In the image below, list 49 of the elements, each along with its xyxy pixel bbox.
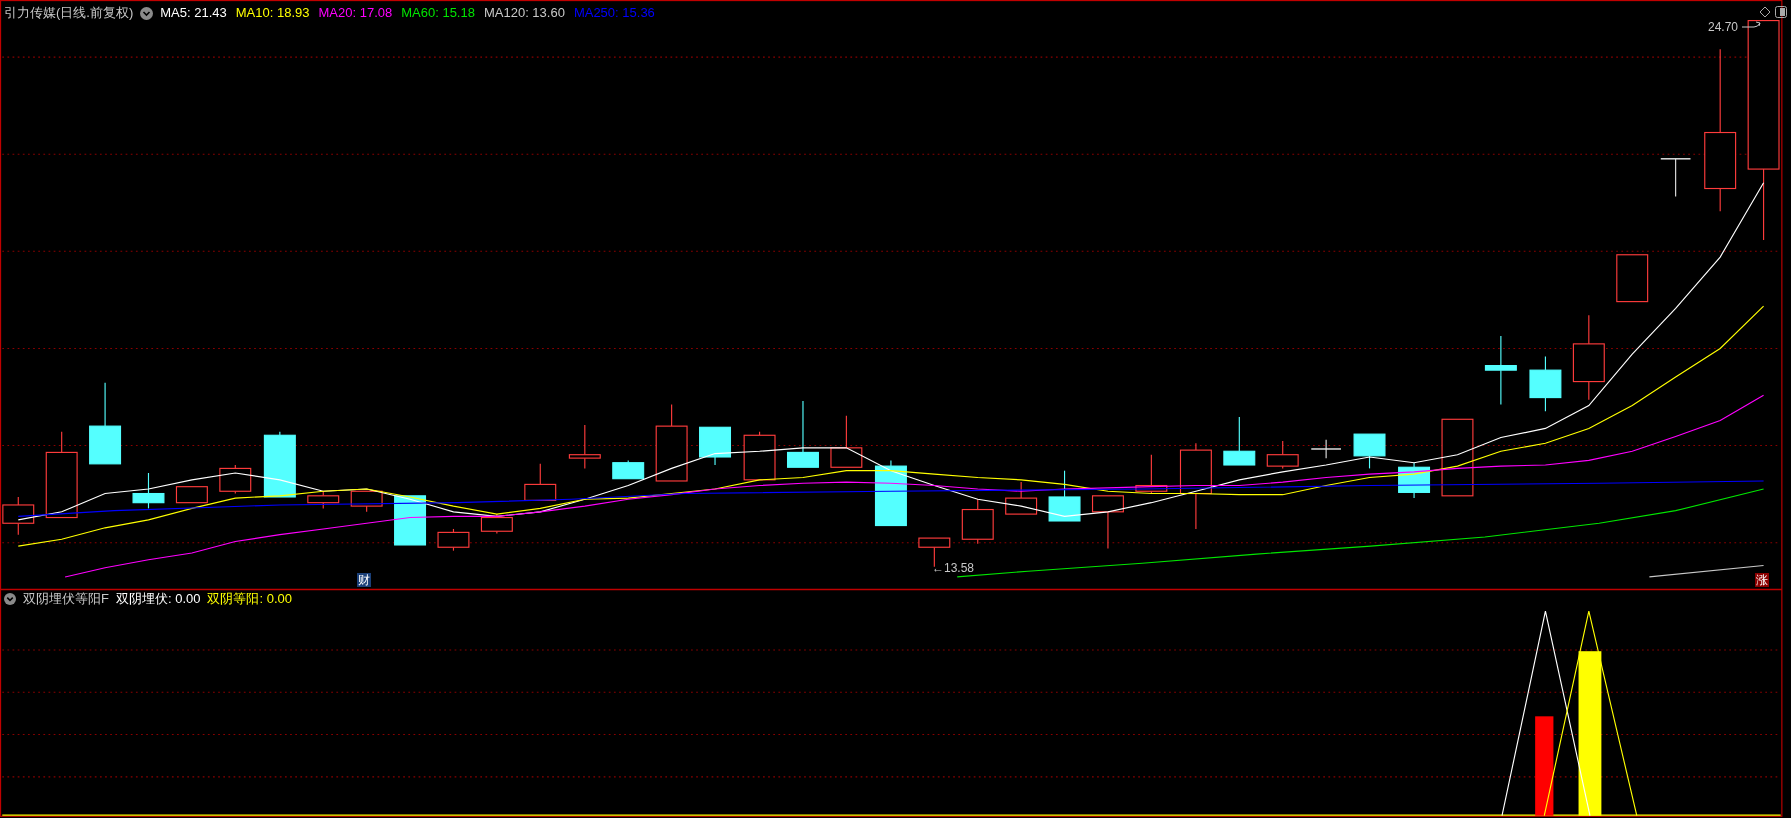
candlestick — [961, 498, 994, 545]
candlestick — [524, 463, 557, 501]
candlestick — [830, 415, 863, 468]
candlestick — [307, 490, 340, 509]
moving-average-value: MA120: 13.60 — [483, 5, 565, 21]
moving-average-value: MA250: 15.36 — [573, 5, 655, 21]
candlestick — [437, 528, 470, 552]
dropdown-icon[interactable] — [4, 593, 16, 605]
candlestick — [1529, 355, 1562, 412]
candlestick — [612, 459, 645, 480]
candlestick — [1005, 481, 1038, 515]
arrow-icon — [1742, 21, 1762, 29]
candlestick — [480, 513, 513, 535]
candlestick — [175, 486, 208, 504]
high-price-label: 24.70 — [1708, 20, 1739, 34]
candlestick — [1616, 254, 1649, 303]
candlestick — [743, 431, 776, 481]
candlestick — [874, 459, 907, 527]
candlestick — [699, 426, 732, 466]
low-price-label: ←13.58 — [932, 561, 975, 575]
candlestick — [1135, 454, 1168, 495]
candlestick — [568, 424, 601, 469]
candlestick — [787, 400, 819, 468]
indicator-value: 双阴等阳: 0.00 — [207, 591, 292, 607]
candlestick — [263, 431, 296, 498]
moving-average-value: MA5: 21.43 — [160, 5, 227, 21]
candlestick — [1398, 462, 1431, 499]
panel-toggle-icon[interactable] — [1775, 6, 1787, 18]
candlestick — [1223, 416, 1256, 466]
indicator-title: 双阴埋伏等阳F — [23, 591, 109, 607]
candlestick — [1091, 495, 1124, 549]
candlestick — [1484, 335, 1517, 405]
candlestick — [350, 490, 383, 513]
candlestick — [219, 464, 252, 495]
diamond-icon[interactable] — [1759, 6, 1771, 18]
moving-average-value: MA10: 18.93 — [235, 5, 310, 21]
candlestick — [1353, 433, 1386, 469]
financial-report-marker: 财 — [357, 573, 371, 587]
candlestick — [1266, 440, 1299, 469]
moving-average-value: MA20: 17.08 — [318, 5, 393, 21]
candlestick — [1660, 158, 1692, 198]
stock-title: 引力传媒(日线.前复权) — [4, 5, 134, 21]
limit-up-marker: 涨 — [1755, 573, 1769, 587]
candlestick — [1048, 470, 1081, 522]
indicator-value: 双阴埋伏: 0.00 — [115, 591, 201, 607]
dropdown-icon[interactable] — [140, 6, 154, 20]
moving-average-value: MA60: 15.18 — [401, 5, 475, 21]
candlestick — [1310, 439, 1342, 459]
candlestick — [132, 472, 165, 509]
